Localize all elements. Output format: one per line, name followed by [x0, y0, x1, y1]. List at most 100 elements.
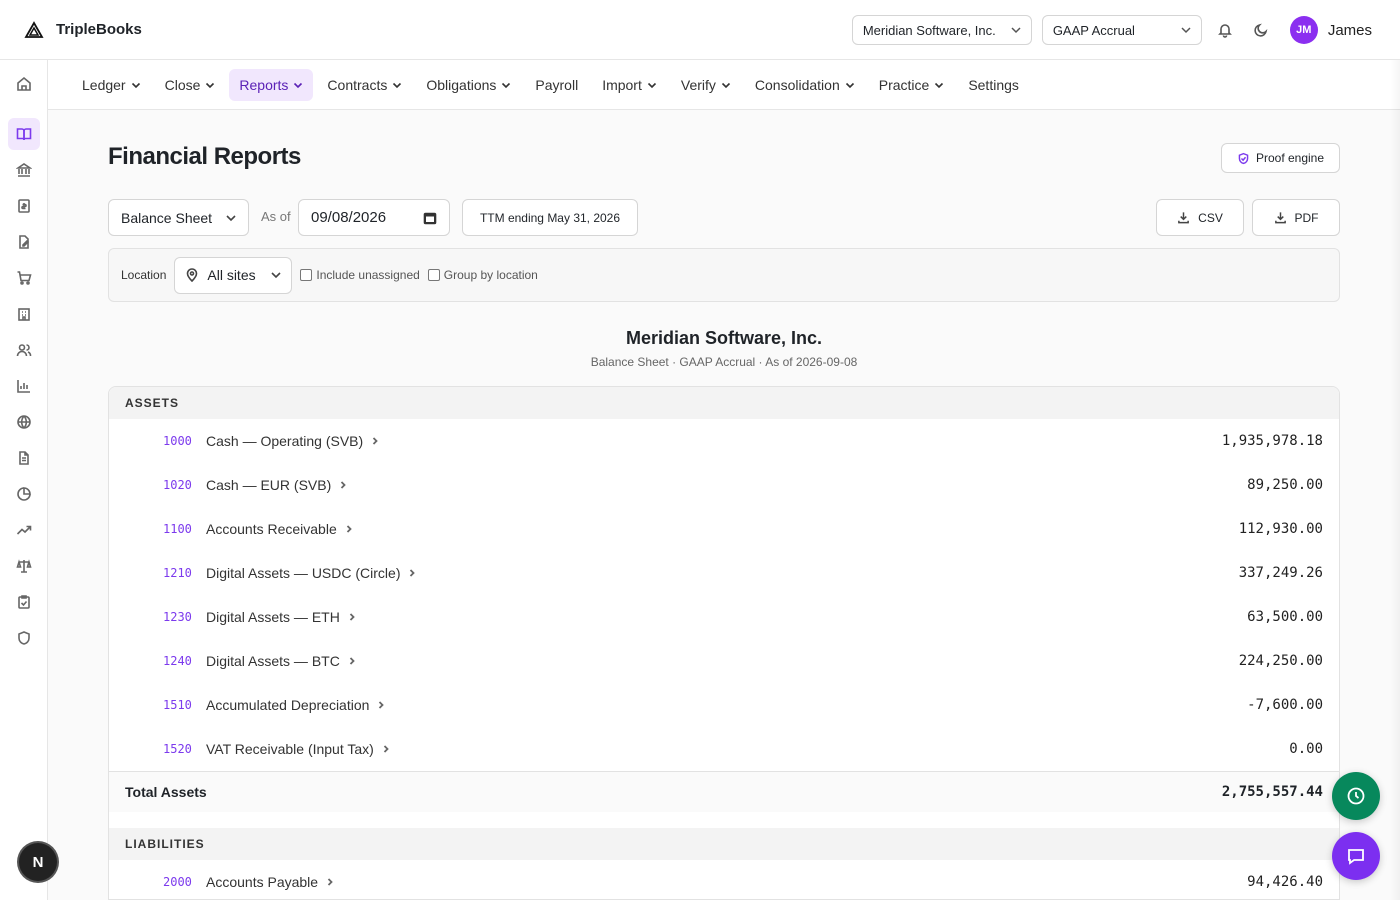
download-icon [1274, 212, 1286, 224]
account-code[interactable]: 1510 [163, 698, 206, 712]
history-fab[interactable] [1332, 772, 1380, 820]
sidebar-files[interactable] [8, 442, 40, 474]
bell-icon [1217, 24, 1232, 38]
sidebar-documents[interactable] [8, 226, 40, 258]
nav-label: Practice [878, 76, 930, 93]
account-code[interactable]: 1240 [163, 654, 206, 668]
include-unassigned-checkbox[interactable]: Include unassigned [300, 268, 420, 282]
notifications-button[interactable] [1212, 15, 1238, 45]
checkbox-box[interactable] [300, 269, 313, 281]
dev-tools-badge[interactable]: N [19, 843, 57, 881]
nav-obligations[interactable]: Obligations [416, 69, 521, 101]
nav-practice[interactable]: Practice [869, 69, 955, 101]
account-row[interactable]: 1510 Accumulated Depreciation -7,600.00 [109, 683, 1339, 727]
sidebar-people[interactable] [8, 334, 40, 366]
sidebar-home[interactable] [8, 68, 40, 100]
sidebar-tasks[interactable] [8, 586, 40, 618]
account-code[interactable]: 1000 [163, 434, 206, 448]
nav-label: Settings [968, 76, 1019, 93]
as-of-date-input[interactable]: 09/08/2026 [298, 199, 450, 236]
nav-payroll[interactable]: Payroll [525, 69, 588, 101]
account-name-link[interactable]: VAT Receivable (Input Tax) [206, 741, 390, 757]
account-code[interactable]: 1230 [163, 610, 206, 624]
account-name: Cash — Operating (SVB) [206, 433, 364, 449]
sidebar-entities[interactable] [8, 298, 40, 330]
account-row[interactable]: 2000 Accounts Payable 94,426.40 [109, 860, 1339, 899]
location-select[interactable]: All sites [174, 256, 293, 294]
org-select[interactable]: Meridian Software, Inc. [851, 15, 1032, 45]
account-row[interactable]: 1020 Cash — EUR (SVB) 89,250.00 [109, 463, 1339, 507]
ttm-button[interactable]: TTM ending May 31, 2026 [462, 199, 638, 236]
account-code[interactable]: 1020 [163, 478, 206, 492]
account-row[interactable]: 1230 Digital Assets — ETH 63,500.00 [109, 595, 1339, 639]
account-amount: 112,930.00 [1238, 521, 1323, 537]
sidebar-analytics[interactable] [8, 370, 40, 402]
account-name-link[interactable]: Cash — Operating (SVB) [206, 433, 379, 449]
chevron-right-icon [349, 657, 355, 665]
account-row[interactable]: 1100 Accounts Receivable 112,930.00 [109, 507, 1339, 551]
trending-up-icon [16, 525, 32, 535]
brand[interactable]: TripleBooks [24, 20, 142, 40]
account-name-link[interactable]: Digital Assets — BTC [206, 653, 356, 669]
avatar[interactable]: JM [1289, 16, 1318, 44]
account-code[interactable]: 1210 [163, 566, 206, 580]
theme-toggle-button[interactable] [1248, 15, 1274, 45]
sidebar-reports[interactable] [8, 118, 40, 150]
report-type-select[interactable]: Balance Sheet [108, 199, 249, 236]
chat-fab[interactable] [1332, 832, 1380, 880]
nav-consolidation[interactable]: Consolidation [745, 69, 865, 101]
sidebar-banking[interactable] [8, 154, 40, 186]
account-row[interactable]: 1000 Cash — Operating (SVB) 1,935,978.18 [109, 419, 1339, 463]
account-name-link[interactable]: Digital Assets — USDC (Circle) [206, 565, 416, 581]
account-name-link[interactable]: Digital Assets — ETH [206, 609, 356, 625]
nav-import[interactable]: Import [592, 69, 667, 101]
chevron-down-icon [226, 214, 236, 221]
account-name-link[interactable]: Cash — EUR (SVB) [206, 477, 347, 493]
calendar-icon[interactable] [423, 211, 437, 225]
sidebar [0, 60, 48, 900]
top-header: TripleBooks Meridian Software, Inc. GAAP… [0, 0, 1400, 60]
clock-icon [1347, 787, 1365, 805]
group-by-location-checkbox[interactable]: Group by location [427, 268, 538, 282]
basis-select[interactable]: GAAP Accrual [1041, 15, 1202, 45]
nav-verify[interactable]: Verify [671, 69, 741, 101]
account-row[interactable]: 1210 Digital Assets — USDC (Circle) 337,24… [109, 551, 1339, 595]
account-code[interactable]: 1100 [163, 522, 206, 536]
scale-icon [16, 559, 32, 573]
location-label: Location [121, 268, 167, 282]
account-amount: 89,250.00 [1247, 477, 1323, 493]
account-amount: 337,249.26 [1238, 565, 1323, 581]
sidebar-compliance[interactable] [8, 550, 40, 582]
checkbox-box[interactable] [427, 269, 440, 281]
account-name-link[interactable]: Accounts Payable [206, 874, 334, 890]
account-row[interactable]: 1520 VAT Receivable (Input Tax) 0.00 [109, 727, 1339, 771]
pdf-export-button[interactable]: PDF [1252, 199, 1340, 236]
nav-contracts[interactable]: Contracts [317, 69, 412, 101]
account-code[interactable]: 2000 [163, 875, 206, 889]
report-company: Meridian Software, Inc. [625, 328, 823, 348]
chevron-down-icon [721, 82, 730, 88]
report-type-value: Balance Sheet [121, 209, 213, 226]
sidebar-trends[interactable] [8, 514, 40, 546]
sidebar-global[interactable] [8, 406, 40, 438]
nav-settings[interactable]: Settings [958, 69, 1029, 101]
account-name-link[interactable]: Accounts Receivable [206, 521, 353, 537]
nav-ledger[interactable]: Ledger [72, 69, 151, 101]
account-code[interactable]: 1520 [163, 742, 206, 756]
account-amount: 94,426.40 [1247, 874, 1323, 890]
liabilities-rows: 2000 Accounts Payable 94,426.40 [109, 860, 1339, 899]
sidebar-allocation[interactable] [8, 478, 40, 510]
account-row[interactable]: 1240 Digital Assets — BTC 224,250.00 [109, 639, 1339, 683]
chevron-right-icon [346, 525, 352, 533]
sidebar-purchases[interactable] [8, 262, 40, 294]
proof-engine-button[interactable]: Proof engine [1221, 143, 1340, 173]
nav-close[interactable]: Close [155, 69, 226, 101]
csv-export-button[interactable]: CSV [1156, 199, 1244, 236]
user-name[interactable]: James [1328, 22, 1372, 39]
chevron-right-icon [341, 481, 347, 489]
account-name-link[interactable]: Accumulated Depreciation [206, 697, 385, 713]
sidebar-billing[interactable] [8, 190, 40, 222]
app-name: TripleBooks [56, 21, 142, 38]
nav-reports[interactable]: Reports [229, 68, 314, 101]
sidebar-security[interactable] [8, 622, 40, 654]
